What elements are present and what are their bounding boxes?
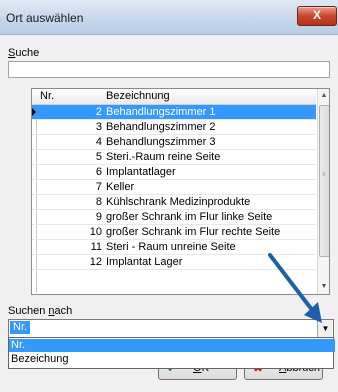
- scroll-down-icon[interactable]: ▼: [318, 280, 329, 294]
- dropdown-option-nr[interactable]: Nr.: [9, 339, 335, 352]
- row-bezeichnung: Keller: [106, 181, 135, 193]
- row-nr: 12: [89, 256, 102, 268]
- table-row[interactable]: 9 großer Schrank im Flur linke Seite: [32, 210, 316, 225]
- table-row[interactable]: 8 Kühlschrank Medizinprodukte: [32, 195, 316, 210]
- scroll-up-icon[interactable]: ▲: [318, 89, 329, 103]
- table-row[interactable]: 2 Behandlungszimmer 1: [32, 105, 316, 120]
- row-nr: 6: [95, 166, 102, 178]
- row-bezeichnung: Steri.-Raum reine Seite: [106, 151, 221, 163]
- row-bezeichnung: Steri - Raum unreine Seite: [106, 241, 236, 253]
- row-nr: 7: [95, 181, 102, 193]
- row-bezeichnung: Behandlungszimmer 1: [106, 106, 216, 118]
- row-bezeichnung: großer Schrank im Flur linke Seite: [106, 211, 273, 223]
- table-row[interactable]: 5 Steri.-Raum reine Seite: [32, 150, 316, 165]
- row-bezeichnung: großer Schrank im Flur rechte Seite: [106, 226, 281, 238]
- title-bar: Ort auswählen X: [0, 0, 338, 35]
- dropdown-option-bezeichung[interactable]: Bezeichung: [9, 353, 335, 366]
- row-bezeichnung: Kühlschrank Medizinprodukte: [106, 196, 251, 208]
- window-title: Ort auswählen: [6, 11, 84, 25]
- column-header-bezeichnung[interactable]: Bezeichnung: [106, 90, 170, 102]
- column-header-nr[interactable]: Nr.: [40, 90, 54, 102]
- table-row[interactable]: 3 Behandlungszimmer 2: [32, 120, 316, 135]
- table-row[interactable]: 12 Implantat Lager: [32, 255, 316, 270]
- row-nr: 11: [90, 241, 102, 253]
- dropdown-arrow-icon[interactable]: ▼: [317, 320, 333, 337]
- search-by-dropdown-list: Nr. Bezeichung: [8, 337, 335, 369]
- row-nr: 8: [95, 196, 102, 208]
- close-icon: X: [312, 8, 321, 22]
- search-by-select[interactable]: Nr. ▼: [8, 319, 334, 338]
- search-by-label: Suchen nach: [8, 305, 73, 317]
- vertical-scrollbar[interactable]: ▲ ≡ ▼: [317, 89, 329, 294]
- table-row[interactable]: 4 Behandlungszimmer 3: [32, 135, 316, 150]
- search-input[interactable]: [8, 61, 330, 78]
- row-nr: 4: [95, 136, 102, 148]
- row-nr: 10: [89, 226, 102, 238]
- row-nr: 5: [95, 151, 102, 163]
- row-pointer-icon: [32, 108, 36, 116]
- row-nr: 2: [95, 106, 102, 118]
- search-label: Suche: [8, 47, 40, 59]
- row-bezeichnung: Behandlungszimmer 3: [106, 136, 216, 148]
- table-row[interactable]: 6 Implantatlager: [32, 165, 316, 180]
- row-bezeichnung: Implantat Lager: [106, 256, 183, 268]
- row-nr: 3: [95, 121, 102, 133]
- table-row[interactable]: 11 Steri - Raum unreine Seite: [32, 240, 316, 255]
- row-bezeichnung: Implantatlager: [106, 166, 176, 178]
- grip-icon: ≡: [322, 172, 326, 178]
- table-row[interactable]: 10 großer Schrank im Flur rechte Seite: [32, 225, 316, 240]
- row-bezeichnung: Behandlungszimmer 2: [106, 121, 216, 133]
- close-button[interactable]: X: [297, 6, 337, 26]
- search-by-value: Nr.: [10, 321, 31, 334]
- scroll-thumb[interactable]: ≡: [319, 105, 329, 257]
- grid-header: Nr. Bezeichnung: [32, 89, 316, 105]
- location-grid[interactable]: Nr. Bezeichnung 2 Behandlungszimmer 1 3 …: [31, 88, 330, 295]
- table-row[interactable]: 7 Keller: [32, 180, 316, 195]
- row-nr: 9: [95, 211, 102, 223]
